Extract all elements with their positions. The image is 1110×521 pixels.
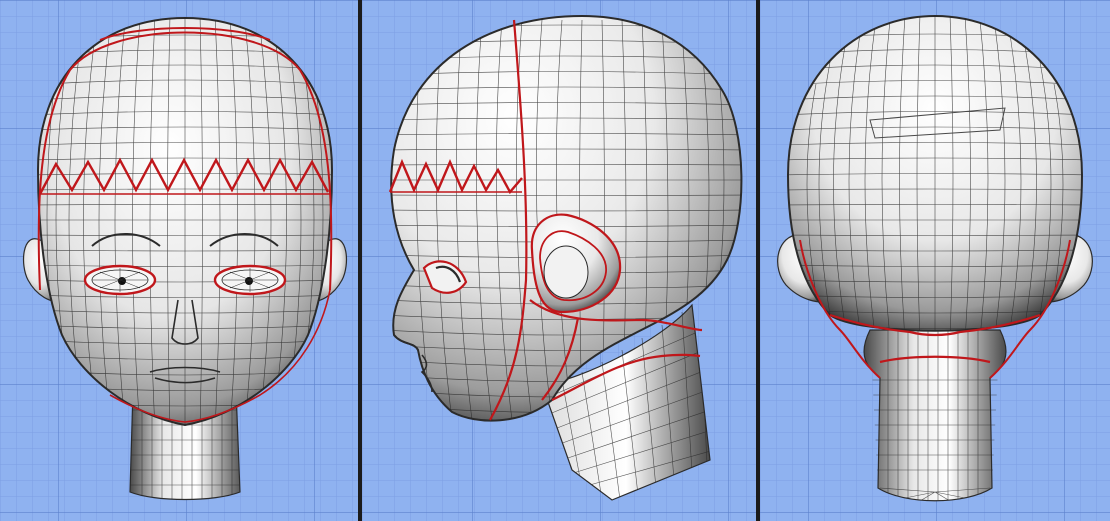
viewport-layout xyxy=(0,0,1110,521)
back-viewport-canvas[interactable] xyxy=(760,0,1110,521)
back-viewport[interactable] xyxy=(760,0,1110,521)
side-viewport[interactable] xyxy=(362,0,756,521)
neck-mesh[interactable] xyxy=(860,329,1010,504)
front-viewport[interactable] xyxy=(0,0,358,521)
front-viewport-canvas[interactable] xyxy=(0,0,358,521)
side-viewport-canvas[interactable] xyxy=(362,0,756,521)
right-eye[interactable] xyxy=(213,264,287,296)
left-eye[interactable] xyxy=(83,264,157,296)
